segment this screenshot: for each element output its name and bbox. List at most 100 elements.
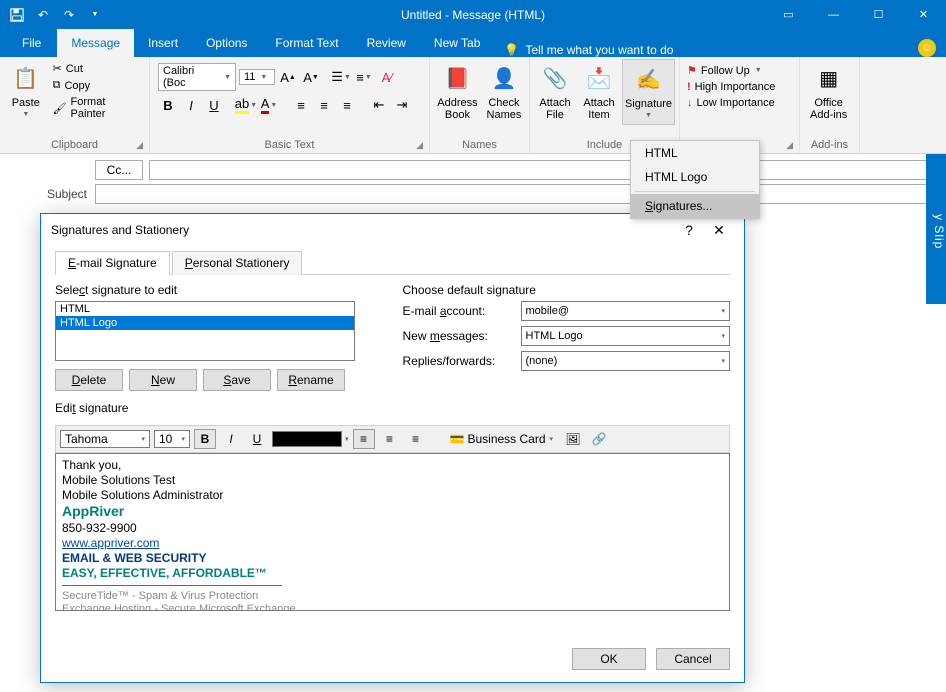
address-book-button[interactable]: 📕 Address Book xyxy=(434,59,481,125)
subject-input[interactable] xyxy=(95,184,936,204)
editor-size-select[interactable]: 10▾ xyxy=(154,430,190,448)
save-icon[interactable] xyxy=(6,4,28,26)
signature-button[interactable]: ✍ Signature ▼ xyxy=(622,59,675,125)
dialog-close-button[interactable]: ✕ xyxy=(704,222,734,239)
tab-email-signature[interactable]: E-mail Signature xyxy=(55,251,170,275)
insert-link-button[interactable]: 🔗 xyxy=(588,429,610,449)
chevron-down-icon[interactable]: ▾ xyxy=(345,435,349,443)
list-item[interactable]: HTML Logo xyxy=(56,316,354,330)
rename-button[interactable]: Rename xyxy=(277,369,345,391)
signature-editor[interactable]: Thank you, Mobile Solutions Test Mobile … xyxy=(55,453,730,611)
qat-customize-icon[interactable]: ▼ xyxy=(84,4,106,26)
signature-list[interactable]: HTML HTML Logo xyxy=(55,301,355,361)
cut-button[interactable]: ✂Cut xyxy=(50,61,145,76)
dialog-launcher-icon[interactable]: ◢ xyxy=(136,140,143,151)
dialog-launcher-icon[interactable]: ◢ xyxy=(786,140,793,151)
editor-underline-button[interactable]: U xyxy=(246,429,268,449)
attach-item-button[interactable]: 📩 Attach Item xyxy=(578,59,620,125)
maximize-button[interactable]: ☐ xyxy=(856,0,901,29)
office-addins-button[interactable]: ▦ Office Add-ins xyxy=(804,59,853,125)
editor-align-right-button[interactable]: ≡ xyxy=(405,429,427,449)
check-names-button[interactable]: 👤 Check Names xyxy=(483,59,525,125)
menu-item-html[interactable]: HTML xyxy=(631,141,759,165)
font-size-selector[interactable]: 11▼ xyxy=(239,69,275,85)
chevron-down-icon: ▼ xyxy=(260,74,267,81)
quick-access-toolbar: ↶ ↷ ▼ xyxy=(0,0,112,29)
tab-insert[interactable]: Insert xyxy=(134,29,192,57)
font-selector[interactable]: Calibri (Boc▼ xyxy=(158,63,236,91)
new-messages-value: HTML Logo xyxy=(526,330,583,342)
align-center-button[interactable]: ≡ xyxy=(314,95,334,115)
insert-picture-button[interactable]: 🖼 xyxy=(562,429,584,449)
shrink-font-button[interactable]: A▼ xyxy=(301,67,321,87)
format-painter-button[interactable]: 🖌Format Painter xyxy=(50,95,145,121)
clear-formatting-button[interactable]: A⁄ xyxy=(377,67,397,87)
ok-button[interactable]: OK xyxy=(572,648,646,670)
editor-grey-line: Exchange Hosting - Secure Microsoft Exch… xyxy=(62,603,723,611)
tab-file[interactable]: File xyxy=(6,29,57,57)
editor-italic-button[interactable]: I xyxy=(220,429,242,449)
editor-color-well[interactable] xyxy=(272,431,342,447)
save-button[interactable]: Save xyxy=(203,369,271,391)
delete-button[interactable]: Delete xyxy=(55,369,123,391)
new-messages-select[interactable]: HTML Logo▾ xyxy=(521,326,731,346)
arrow-down-icon: ↓ xyxy=(687,97,693,109)
copy-icon: ⧉ xyxy=(53,79,61,92)
menu-item-html-logo[interactable]: HTML Logo xyxy=(631,165,759,189)
menu-item-signatures[interactable]: Signatures... xyxy=(631,194,759,218)
replies-forwards-select[interactable]: (none)▾ xyxy=(521,351,731,371)
new-button[interactable]: New xyxy=(129,369,197,391)
feedback-smiley-icon[interactable]: ☺ xyxy=(918,39,936,57)
increase-indent-button[interactable]: ⇥ xyxy=(392,95,412,115)
underline-button[interactable]: U xyxy=(204,95,224,115)
side-panel-tab[interactable]: y Slip xyxy=(926,154,946,304)
bold-button[interactable]: B xyxy=(158,95,178,115)
tab-review[interactable]: Review xyxy=(353,29,420,57)
bullets-button[interactable]: ☰▼ xyxy=(331,67,351,87)
tab-personal-stationery[interactable]: Personal Stationery xyxy=(172,251,303,275)
replies-forwards-label: Replies/forwards: xyxy=(403,354,513,368)
attach-item-label: Attach Item xyxy=(583,97,614,121)
email-account-select[interactable]: mobile@▾ xyxy=(521,301,731,321)
editor-font-select[interactable]: Tahoma▾ xyxy=(60,430,150,448)
ribbon-display-icon[interactable]: ▭ xyxy=(766,0,811,29)
follow-up-button[interactable]: ⚑Follow Up▼ xyxy=(684,63,765,78)
redo-icon[interactable]: ↷ xyxy=(58,4,80,26)
tab-new-tab[interactable]: New Tab xyxy=(420,29,494,57)
edit-signature-label: Edit signature xyxy=(55,401,730,415)
italic-button[interactable]: I xyxy=(181,95,201,115)
minimize-button[interactable]: — xyxy=(811,0,856,29)
high-importance-button[interactable]: !High Importance xyxy=(684,80,778,94)
decrease-indent-button[interactable]: ⇤ xyxy=(369,95,389,115)
tab-options[interactable]: Options xyxy=(192,29,261,57)
undo-icon[interactable]: ↶ xyxy=(32,4,54,26)
align-right-button[interactable]: ≡ xyxy=(337,95,357,115)
align-left-button[interactable]: ≡ xyxy=(291,95,311,115)
cc-input[interactable] xyxy=(149,160,936,180)
cancel-button[interactable]: Cancel xyxy=(656,648,730,670)
tell-me-search[interactable]: 💡 Tell me what you want to do xyxy=(494,43,683,57)
attach-file-button[interactable]: 📎 Attach File xyxy=(534,59,576,125)
editor-grey-line: SecureTide™ - Spam & Virus Protection xyxy=(62,590,723,604)
editor-bold-button[interactable]: B xyxy=(194,429,216,449)
editor-align-center-button[interactable]: ≡ xyxy=(379,429,401,449)
paste-button[interactable]: 📋 Paste ▼ xyxy=(4,59,48,123)
flag-icon: ⚑ xyxy=(687,64,697,77)
dialog-launcher-icon[interactable]: ◢ xyxy=(416,140,423,151)
list-item[interactable]: HTML xyxy=(56,302,354,316)
addins-group-label: Add-ins xyxy=(811,139,848,151)
low-importance-button[interactable]: ↓Low Importance xyxy=(684,96,778,110)
dialog-help-button[interactable]: ? xyxy=(674,222,704,238)
chevron-down-icon: ▾ xyxy=(721,307,725,315)
numbering-button[interactable]: ≡▼ xyxy=(354,67,374,87)
close-button[interactable]: ✕ xyxy=(901,0,946,29)
copy-button[interactable]: ⧉Copy xyxy=(50,78,145,93)
tab-format-text[interactable]: Format Text xyxy=(261,29,352,57)
font-color-button[interactable]: A▼ xyxy=(259,95,279,115)
business-card-button[interactable]: 💳Business Card▾ xyxy=(445,429,559,449)
highlight-button[interactable]: ab▼ xyxy=(236,95,256,115)
grow-font-button[interactable]: A▲ xyxy=(278,67,298,87)
editor-align-left-button[interactable]: ≡ xyxy=(353,429,375,449)
cc-button[interactable]: Cc... xyxy=(95,160,143,180)
tab-message[interactable]: Message xyxy=(57,29,134,57)
